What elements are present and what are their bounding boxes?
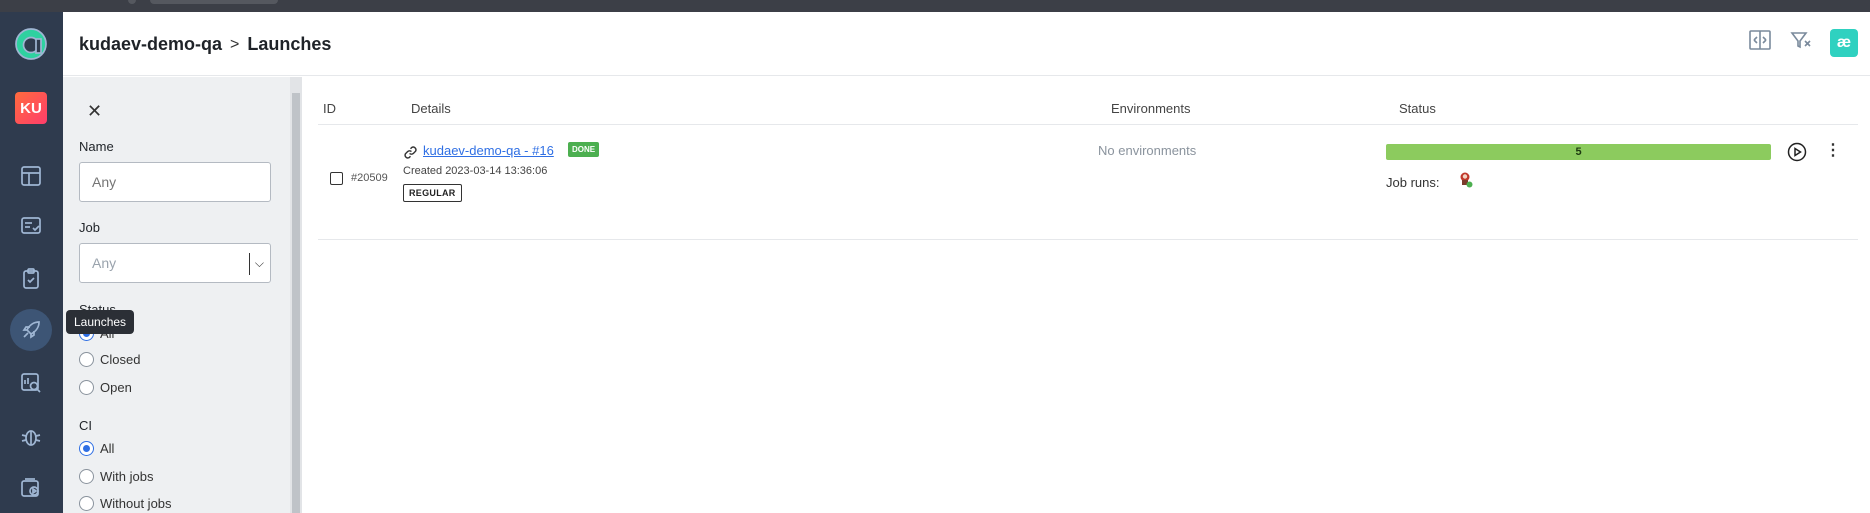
brand-logo-icon[interactable]: æ [1830,28,1858,57]
radio-selected-icon[interactable] [79,441,94,456]
jobs-icon[interactable] [13,470,49,506]
chevron-right-icon: > [230,35,240,53]
dashboard-icon[interactable] [13,158,49,194]
column-header-status[interactable]: Status [1399,101,1436,116]
chevron-down-icon[interactable]: ⌵ [255,256,264,271]
browser-tab [128,0,136,4]
status-option-open[interactable]: Open [79,380,132,395]
test-plans-icon[interactable] [13,261,49,297]
radio-icon[interactable] [79,380,94,395]
launch-id: #20509 [351,172,388,184]
row-divider [318,239,1858,240]
radio-label: Without jobs [100,496,172,511]
launch-type-badge: REGULAR [403,184,462,202]
status-progress-bar[interactable]: 5 [1386,144,1771,160]
defects-icon[interactable] [13,419,49,455]
radio-label: Closed [100,352,141,367]
column-header-details[interactable]: Details [411,101,451,116]
status-option-closed[interactable]: Closed [79,352,140,367]
ci-option-with-jobs[interactable]: With jobs [79,469,153,484]
radio-label: Open [100,380,132,395]
filter-scrollbar[interactable] [290,77,302,513]
job-filter-select[interactable]: Any ⌵ [79,243,271,283]
page-header: kudaev-demo-qa > Launches æ [63,12,1870,76]
radio-icon[interactable] [79,469,94,484]
radio-label: All [100,441,115,456]
name-filter-input[interactable] [79,162,271,202]
status-count: 5 [1575,146,1582,158]
clear-filter-icon[interactable] [1790,29,1812,56]
analytics-icon[interactable] [13,365,49,401]
job-filter-label: Job [79,220,100,235]
radio-label: With jobs [100,469,154,484]
select-divider [249,253,250,275]
row-checkbox[interactable] [330,172,343,185]
launches-icon[interactable] [10,309,52,351]
created-timestamp: Created 2023-03-14 13:36:06 [403,165,548,177]
ci-option-all[interactable]: All [79,441,114,456]
radio-icon[interactable] [79,352,94,367]
nav-rail: KU [0,12,63,513]
header-divider [318,124,1858,125]
column-header-id[interactable]: ID [323,101,336,116]
page-title: Launches [247,34,332,54]
radio-icon[interactable] [79,496,94,511]
browser-top-strip [0,0,1870,12]
browser-tab [150,0,278,4]
filter-panel: ✕ Name Job Any ⌵ Status All Closed Open … [63,77,302,513]
environments-value: No environments [1098,143,1197,158]
job-filter-placeholder: Any [92,255,117,271]
more-options-icon[interactable]: ⋮ [1825,141,1841,161]
header-actions: æ [1748,28,1858,57]
link-icon [403,145,418,165]
name-filter-label: Name [79,139,114,154]
breadcrumb-project[interactable]: kudaev-demo-qa [79,34,222,55]
test-cases-icon[interactable] [13,208,49,244]
job-runs-label: Job runs: [1386,175,1440,190]
compare-icon[interactable] [1748,28,1772,57]
status-badge: DONE [568,142,600,157]
app-logo-icon[interactable] [13,26,49,62]
run-launch-icon[interactable] [1787,142,1807,167]
launches-tooltip: Launches [66,310,135,334]
close-icon[interactable]: ✕ [87,101,102,122]
job-run-avatar-icon[interactable] [1457,171,1475,189]
launch-link[interactable]: kudaev-demo-qa - #16 [423,143,554,158]
ci-filter-label: CI [79,418,92,433]
breadcrumb: kudaev-demo-qa > Launches [79,34,331,55]
project-avatar[interactable]: KU [15,92,47,124]
column-header-environments[interactable]: Environments [1111,101,1190,116]
ci-option-without-jobs[interactable]: Without jobs [79,496,172,511]
scrollbar-thumb[interactable] [292,93,300,513]
